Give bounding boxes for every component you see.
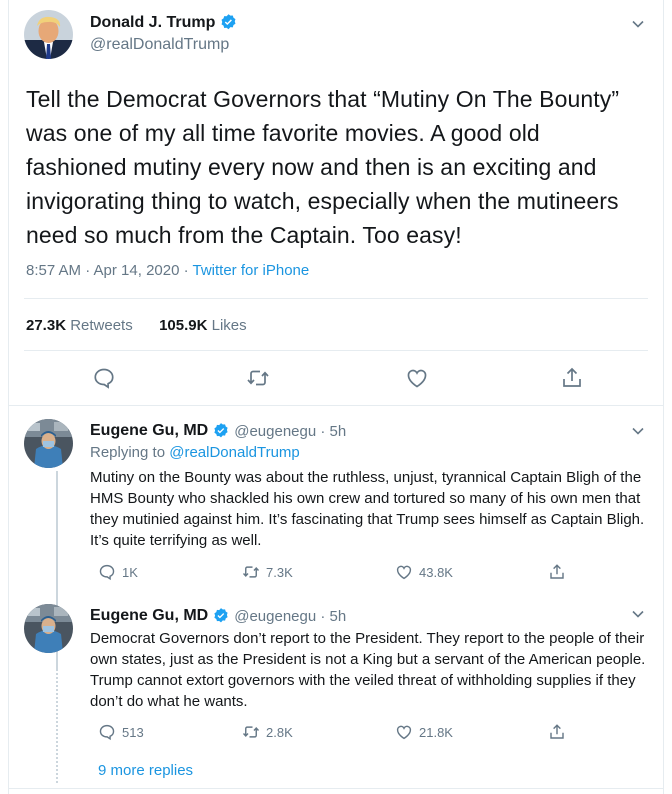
reply-actions: 1K 7.3K 43.8K bbox=[90, 563, 570, 585]
like-button[interactable]: 21.8K bbox=[395, 723, 453, 741]
reply-author-handle[interactable]: @eugenegu · 5h bbox=[234, 423, 346, 440]
author-handle[interactable]: @realDonaldTrump bbox=[90, 36, 229, 54]
likes-label: Likes bbox=[207, 317, 247, 334]
retweet-icon bbox=[242, 726, 260, 738]
reply-icon bbox=[99, 724, 115, 741]
like-icon bbox=[396, 565, 412, 580]
tweet-time[interactable]: 8:57 AM · Apr 14, 2020 · bbox=[26, 262, 193, 279]
reply-author-name[interactable]: Eugene Gu, MD bbox=[90, 607, 208, 625]
reply-icon bbox=[99, 564, 115, 581]
like-icon[interactable] bbox=[405, 366, 431, 392]
replying-to-mention[interactable]: @realDonaldTrump bbox=[169, 444, 300, 461]
likes-stat[interactable]: 105.9K Likes bbox=[159, 317, 247, 334]
reply-author-handle[interactable]: @eugenegu · 5h bbox=[234, 608, 346, 625]
reply-button[interactable]: 513 bbox=[98, 723, 144, 741]
tweet-meta: 8:57 AM · Apr 14, 2020 · Twitter for iPh… bbox=[26, 262, 309, 279]
share-icon[interactable] bbox=[560, 366, 586, 392]
retweet-button[interactable]: 2.8K bbox=[242, 723, 293, 741]
like-button[interactable]: 43.8K bbox=[395, 563, 453, 581]
reply-icon[interactable] bbox=[92, 366, 118, 392]
avatar[interactable] bbox=[24, 604, 73, 653]
reply-text: Mutiny on the Bounty was about the ruthl… bbox=[90, 469, 645, 549]
likes-count: 105.9K bbox=[159, 317, 208, 334]
verified-badge-icon bbox=[221, 14, 236, 30]
like-count: 43.8K bbox=[419, 564, 453, 580]
thread-line bbox=[56, 658, 58, 783]
tweet-text: Tell the Democrat Governors that “Mutiny… bbox=[26, 86, 620, 248]
reply-text: Democrat Governors don’t report to the P… bbox=[90, 630, 646, 710]
replying-to: Replying to @realDonaldTrump bbox=[90, 444, 300, 461]
divider bbox=[8, 788, 664, 789]
reply-actions: 513 2.8K 21.8K bbox=[90, 723, 570, 745]
like-count: 21.8K bbox=[419, 724, 453, 740]
retweets-stat[interactable]: 27.3K Retweets bbox=[26, 317, 133, 334]
replying-to-prefix: Replying to bbox=[90, 444, 170, 461]
retweet-button[interactable]: 7.3K bbox=[242, 563, 293, 581]
like-icon bbox=[396, 725, 412, 740]
retweets-count: 27.3K bbox=[26, 317, 67, 334]
tweet-source[interactable]: Twitter for iPhone bbox=[193, 262, 310, 279]
divider bbox=[24, 350, 648, 351]
retweet-icon bbox=[242, 566, 260, 578]
tweet-stats: 27.3K Retweets 105.9K Likes bbox=[26, 317, 247, 334]
share-icon bbox=[550, 564, 564, 579]
chevron-down-icon[interactable] bbox=[630, 606, 646, 627]
retweet-count: 7.3K bbox=[266, 564, 293, 580]
author-name[interactable]: Donald J. Trump bbox=[90, 13, 238, 32]
chevron-down-icon[interactable] bbox=[630, 16, 646, 37]
avatar[interactable] bbox=[24, 10, 73, 59]
author-name-text[interactable]: Donald J. Trump bbox=[90, 14, 215, 32]
reply-count: 1K bbox=[122, 564, 138, 580]
reply-author[interactable]: Eugene Gu, MD @eugenegu · 5h bbox=[90, 607, 346, 625]
share-button[interactable] bbox=[548, 563, 566, 581]
reply-count: 513 bbox=[122, 724, 144, 740]
reply-author-name[interactable]: Eugene Gu, MD bbox=[90, 422, 208, 440]
more-replies-link[interactable]: 9 more replies bbox=[98, 762, 193, 779]
avatar[interactable] bbox=[24, 419, 73, 468]
divider bbox=[8, 405, 664, 406]
retweets-label: Retweets bbox=[66, 317, 133, 334]
tweet-actions bbox=[8, 366, 664, 396]
reply-author[interactable]: Eugene Gu, MD @eugenegu · 5h bbox=[90, 422, 346, 440]
share-icon bbox=[550, 724, 564, 739]
retweet-count: 2.8K bbox=[266, 724, 293, 740]
retweet-icon[interactable] bbox=[246, 366, 272, 392]
verified-badge-icon bbox=[214, 608, 228, 623]
divider bbox=[24, 298, 648, 299]
chevron-down-icon[interactable] bbox=[630, 423, 646, 444]
verified-badge-icon bbox=[214, 423, 228, 438]
share-button[interactable] bbox=[548, 723, 566, 741]
reply-button[interactable]: 1K bbox=[98, 563, 138, 581]
